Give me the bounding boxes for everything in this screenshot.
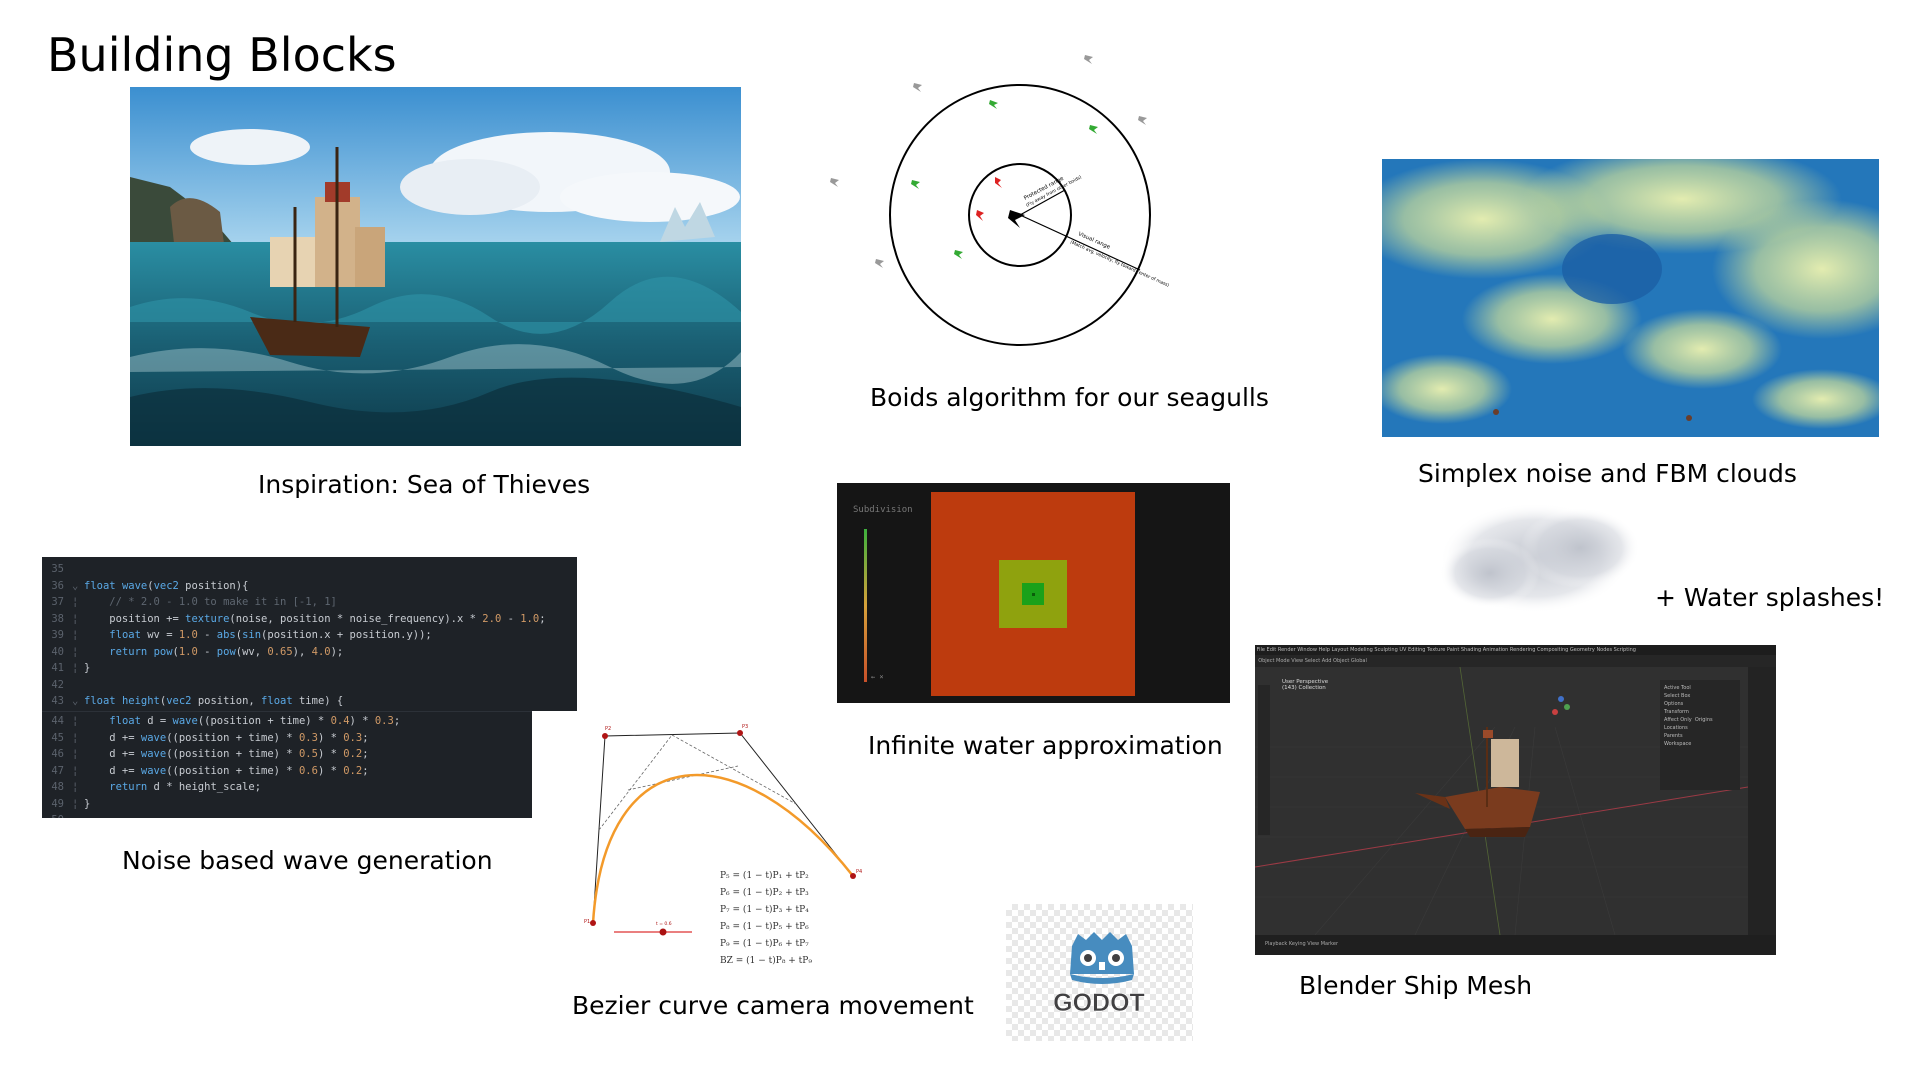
bird-icon-grey	[1138, 116, 1147, 125]
lod-color-bar	[864, 529, 867, 682]
bezier-equations: P₅ = (1 − t)P₁ + tP₂ P₆ = (1 − t)P₂ + tP…	[720, 871, 812, 973]
point-label-p3: P3	[742, 724, 748, 730]
blender-toolbar	[1258, 685, 1270, 835]
bird-icon-grey	[1084, 55, 1093, 64]
bird-icon-green	[911, 180, 920, 189]
code-line: 49 ¦}	[51, 797, 91, 810]
blender-timeline: Playback Keying View Marker	[1255, 935, 1776, 955]
equation: P₈ = (1 − t)P₅ + tP₆	[720, 922, 809, 932]
equation: P₅ = (1 − t)P₁ + tP₂	[720, 871, 809, 881]
code-line: 42	[51, 678, 64, 691]
point-label-p1: P1	[584, 919, 590, 925]
point-label-p2: P2	[605, 726, 611, 732]
bird-icon-red	[976, 210, 984, 221]
blender-menubar: File Edit Render Window Help Layout Mode…	[1255, 645, 1776, 655]
equation: P₉ = (1 − t)P₆ + tP₇	[720, 939, 809, 949]
equation: BZ = (1 − t)P₈ + tP₉	[720, 956, 812, 966]
equation: P₆ = (1 − t)P₂ + tP₃	[720, 888, 809, 898]
code-line: 36 ⌄ float wave(vec2 position){	[51, 579, 249, 592]
boids-diagram: Protected range (Fly away from other boi…	[820, 40, 1180, 370]
clouds-image	[1382, 159, 1879, 437]
code-line: 39 ¦ float wv = 1.0 - abs(sin(position.x …	[51, 629, 432, 641]
caption-splashes: + Water splashes!	[1655, 583, 1885, 612]
code-line: 37 ¦ // * 2.0 - 1.0 to make it in [-1, 1]	[51, 596, 337, 608]
t-slider-label: t = 0.6	[656, 921, 672, 927]
bird-icon-green	[989, 100, 998, 109]
bird-icon-grey	[913, 83, 922, 92]
code-editor-top: 35 36 ⌄ float wave(vec2 position){ 37 ¦ // *…	[42, 557, 577, 711]
bird-icon-center	[1008, 210, 1025, 228]
blender-side-panel	[1748, 667, 1776, 955]
water-splash-image	[1430, 488, 1660, 628]
code-line: 50	[42, 812, 532, 818]
sea-of-thieves-image	[130, 87, 741, 446]
code-line: 48 ¦ return d * height_scale;	[51, 781, 262, 793]
lod-legend: ← ×	[871, 673, 884, 681]
code-line: 38 ¦ position += texture(noise, position …	[51, 612, 546, 625]
bird-icon-grey	[875, 259, 884, 268]
t-slider-handle	[659, 928, 667, 936]
subdivision-label: Subdivision	[853, 505, 913, 515]
bird-icon-red	[995, 177, 1002, 188]
code-line: 43 ⌄ float height(vec2 position, float tim…	[51, 695, 344, 707]
point-label-p4: P4	[856, 869, 862, 875]
visual-range-sublabel: (Match avg. velocity, fly toward center …	[1069, 239, 1170, 288]
code-editor-bottom: 44 ¦ float d = wave((position + time) * 0…	[42, 711, 532, 818]
slide-title: Building Blocks	[47, 28, 397, 82]
blender-header: Object Mode View Select Add Object Globa…	[1255, 655, 1776, 667]
code-line: 41 ¦}	[51, 662, 91, 674]
viewport-label: User Perspective (143) Collection	[1282, 679, 1329, 691]
caption-waves: Noise based wave generation	[122, 846, 493, 875]
godot-wordmark: GODOT	[1053, 989, 1145, 1017]
code-line: 46 ¦ d += wave((position + time) * 0.5) *…	[51, 748, 369, 760]
blender-screenshot: File Edit Render Window Help Layout Mode…	[1255, 645, 1776, 955]
code-line: 47 ¦ d += wave((position + time) * 0.6) *…	[51, 764, 369, 777]
code-line: 45 ¦ d += wave((position + time) * 0.3) *…	[51, 731, 369, 744]
caption-bezier: Bezier curve camera movement	[572, 991, 974, 1020]
control-point	[737, 730, 743, 736]
caption-water: Infinite water approximation	[868, 731, 1223, 760]
bird-icon-green	[1089, 125, 1098, 134]
lod-center	[1032, 593, 1035, 596]
caption-sea-of-thieves: Inspiration: Sea of Thieves	[258, 470, 591, 499]
caption-boids: Boids algorithm for our seagulls	[870, 383, 1269, 412]
blender-tool-panel: Active Tool Select Box Options Transform…	[1660, 680, 1740, 790]
water-lod-image: Subdivision ← ×	[837, 483, 1230, 703]
control-point	[602, 733, 608, 739]
code-line: 35	[51, 563, 64, 575]
bird-icon-grey	[830, 178, 839, 187]
control-point	[590, 920, 596, 926]
equation: P₇ = (1 − t)P₃ + tP₄	[720, 905, 809, 915]
bird-icon-green	[954, 250, 963, 259]
code-line: 40 ¦ return pow(1.0 - pow(wv, 0.65), 4.0)…	[51, 645, 344, 658]
godot-logo: GODOT	[1006, 904, 1193, 1041]
caption-clouds: Simplex noise and FBM clouds	[1418, 459, 1797, 488]
code-line: 44 ¦ float d = wave((position + time) * 0…	[51, 715, 401, 727]
caption-blender: Blender Ship Mesh	[1299, 971, 1533, 1000]
